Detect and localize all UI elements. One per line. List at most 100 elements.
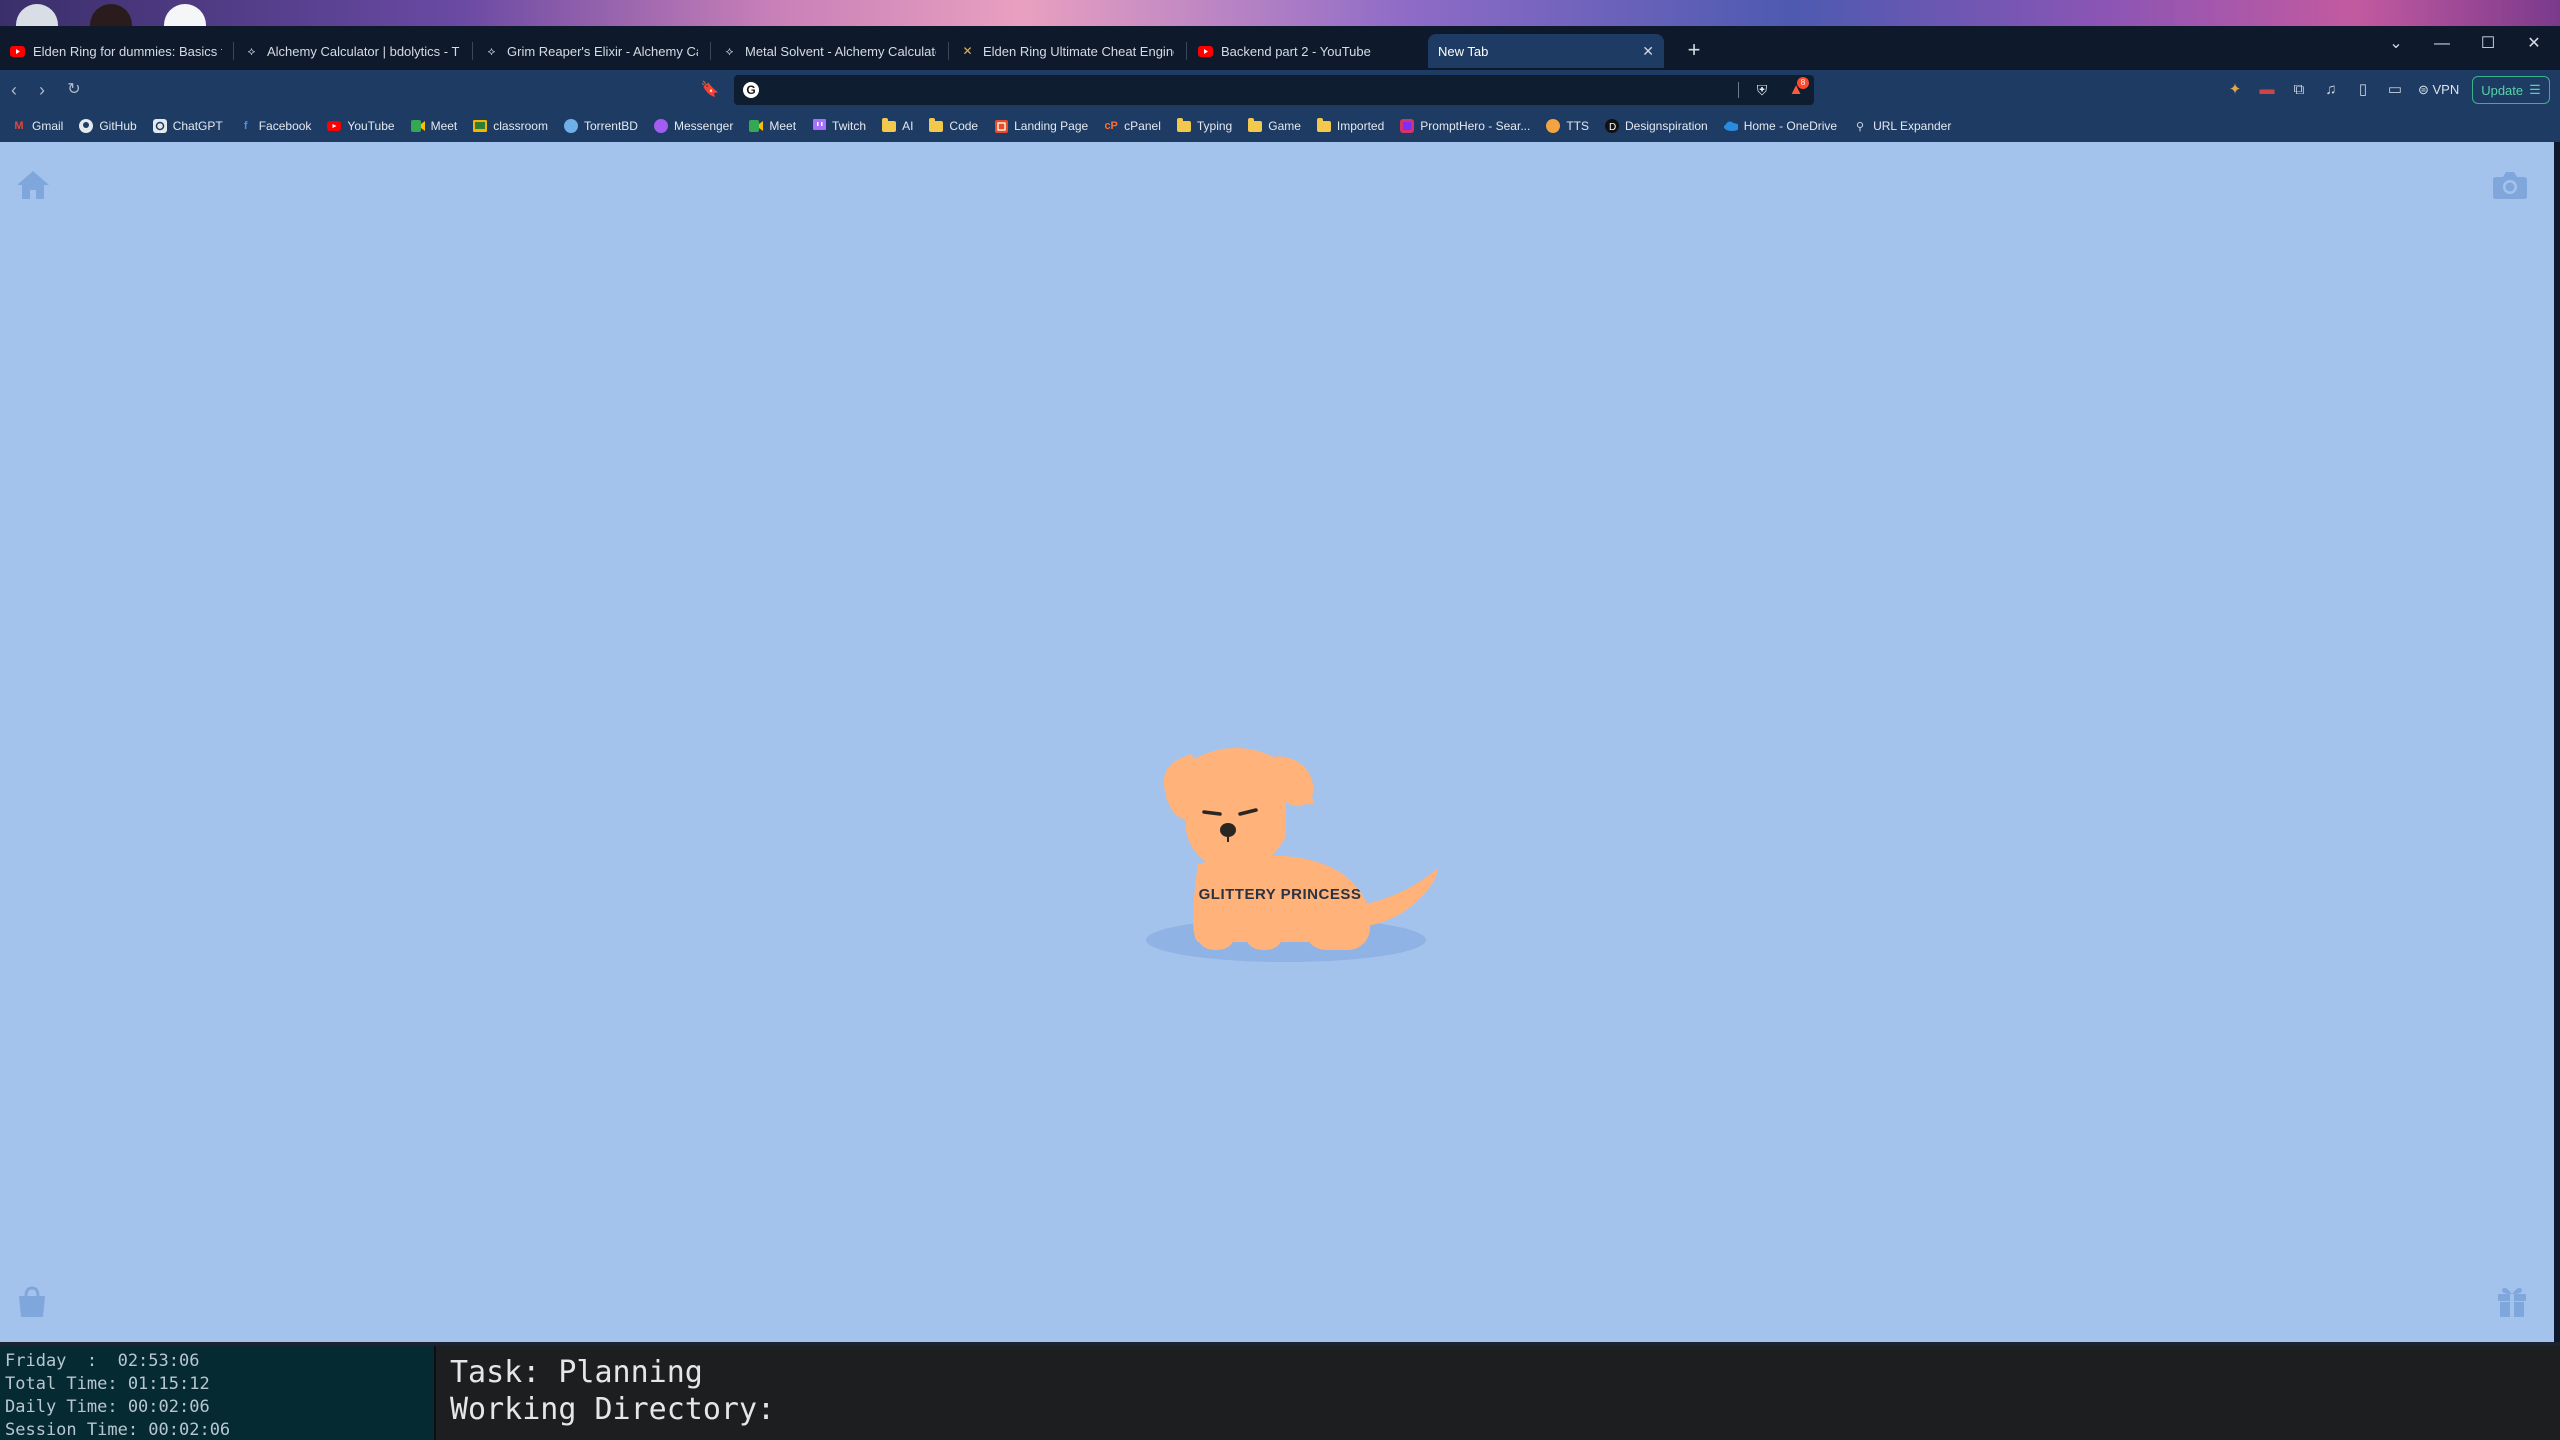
- desktop-app-icon[interactable]: [90, 4, 132, 28]
- bookmark-item[interactable]: YouTube: [319, 114, 402, 138]
- tab-label: Metal Solvent - Alchemy Calculator |: [745, 43, 936, 59]
- bookmark-folder[interactable]: AI: [874, 114, 921, 138]
- gift-icon[interactable]: [2496, 1284, 2528, 1323]
- tab-label: Elden Ring Ultimate Cheat Engine Ta: [983, 43, 1174, 59]
- bookmark-item[interactable]: Landing Page: [986, 114, 1096, 138]
- tab[interactable]: ⟡ Metal Solvent - Alchemy Calculator |: [712, 34, 946, 68]
- bookmark-item[interactable]: TorrentBD: [556, 114, 646, 138]
- tab-label: New Tab: [1438, 43, 1489, 59]
- bookmark-item[interactable]: TTS: [1538, 114, 1597, 138]
- close-icon[interactable]: ✕: [1642, 43, 1654, 60]
- facebook-icon: f: [243, 120, 248, 132]
- bookmark-label: Gmail: [32, 119, 64, 133]
- bookmark-item[interactable]: PromptHero - Sear...: [1392, 114, 1538, 138]
- bookmark-icon[interactable]: 🔖: [696, 76, 724, 104]
- pet-dog-illustration[interactable]: [1136, 744, 1446, 974]
- address-bar[interactable]: G ⛨ ▲ 8: [734, 75, 1814, 105]
- tab[interactable]: Backend part 2 - YouTube: [1188, 34, 1422, 68]
- task-pane: Task: Planning Working Directory:: [436, 1346, 2560, 1440]
- vpn-label: VPN: [2432, 82, 2460, 97]
- tab-label: Alchemy Calculator | bdolytics - The: [267, 43, 460, 59]
- messenger-icon: [653, 119, 668, 133]
- desktop-app-icon[interactable]: [164, 4, 206, 28]
- bookmark-label: AI: [902, 119, 914, 133]
- bookmark-label: Designspiration: [1625, 119, 1708, 133]
- bookmark-label: URL Expander: [1873, 119, 1952, 133]
- bookmark-folder[interactable]: Game: [1240, 114, 1309, 138]
- extension-icon[interactable]: ▬: [2256, 79, 2278, 101]
- tab-separator: [710, 42, 711, 60]
- bookmark-label: YouTube: [347, 119, 395, 133]
- tab-separator: [1186, 42, 1187, 60]
- bookmark-item[interactable]: ChatGPT: [145, 114, 231, 138]
- desktop-app-icon[interactable]: [16, 4, 58, 28]
- tts-icon: [1546, 119, 1561, 133]
- maximize-icon[interactable]: ☐: [2466, 26, 2510, 62]
- bookmark-folder[interactable]: Typing: [1169, 114, 1240, 138]
- forward-icon[interactable]: ›: [28, 76, 56, 104]
- working-directory-line: Working Directory:: [450, 1392, 776, 1427]
- tab[interactable]: Elden Ring for dummies: Basics for E: [0, 34, 232, 68]
- bdolytics-icon: ⟡: [725, 43, 734, 58]
- meet-icon: [749, 119, 764, 133]
- update-button[interactable]: Update ☰: [2472, 76, 2550, 104]
- bookmark-item[interactable]: Meet: [403, 114, 466, 138]
- bookmark-item[interactable]: M Gmail: [4, 114, 71, 138]
- bookmark-item[interactable]: Messenger: [646, 114, 741, 138]
- bookmark-label: Code: [949, 119, 979, 133]
- url-expander-icon: ⚲: [1856, 120, 1865, 133]
- home-icon[interactable]: [16, 170, 50, 205]
- tab[interactable]: ⟡ Alchemy Calculator | bdolytics - The: [234, 34, 470, 68]
- total-time-line: Total Time: 01:15:12: [5, 1374, 210, 1394]
- extensions-puzzle-icon[interactable]: ⧉: [2288, 79, 2310, 101]
- tab[interactable]: ⟡ Grim Reaper's Elixir - Alchemy Calcu: [474, 34, 708, 68]
- bookmark-folder[interactable]: Code: [921, 114, 986, 138]
- pet-name: GLITTERY PRINCESS: [1198, 886, 1362, 903]
- new-tab-button[interactable]: +: [1679, 35, 1709, 65]
- bookmark-folder[interactable]: Imported: [1309, 114, 1392, 138]
- reload-icon[interactable]: ↻: [60, 76, 88, 104]
- meet-icon: [410, 119, 425, 133]
- tab-active[interactable]: New Tab ✕: [1428, 34, 1664, 68]
- rewards-badge: 8: [1797, 77, 1809, 89]
- designspiration-icon: D: [1605, 119, 1619, 133]
- bookmark-item[interactable]: Home - OneDrive: [1716, 114, 1845, 138]
- tab[interactable]: ✕ Elden Ring Ultimate Cheat Engine Ta: [950, 34, 1184, 68]
- menu-icon: ☰: [2529, 82, 2541, 97]
- browser-toolbar: ‹ › ↻ 🔖 G ⛨ ▲ 8 ✦ ▬ ⧉ ♫ ▯ ▭ ⊜ VPN Update…: [0, 70, 2560, 110]
- bookmark-item[interactable]: D Designspiration: [1597, 114, 1716, 138]
- bdolytics-icon: ⟡: [247, 43, 256, 58]
- tab-search-chevron-icon[interactable]: ⌄: [2374, 26, 2418, 62]
- tab-strip: Elden Ring for dummies: Basics for E ⟡ A…: [0, 26, 2560, 70]
- desktop-wallpaper: [0, 0, 2560, 28]
- shopping-bag-icon[interactable]: [16, 1286, 48, 1323]
- minimize-icon[interactable]: —: [2420, 26, 2464, 62]
- bookmark-item[interactable]: cP cPanel: [1096, 114, 1169, 138]
- media-icon[interactable]: ♫: [2320, 79, 2342, 101]
- extension-icon[interactable]: ✦: [2224, 79, 2246, 101]
- brave-shield-icon[interactable]: ⛨: [1752, 80, 1772, 100]
- onedrive-icon: [1723, 119, 1738, 133]
- bookmark-label: PromptHero - Sear...: [1420, 119, 1531, 133]
- bookmark-item[interactable]: Twitch: [804, 114, 874, 138]
- divider: [1738, 82, 1739, 98]
- bookmark-label: Facebook: [258, 119, 312, 133]
- back-icon[interactable]: ‹: [0, 76, 28, 104]
- folder-icon: [1248, 117, 1263, 133]
- bookmark-item[interactable]: classroom: [465, 114, 556, 138]
- vpn-button[interactable]: ⊜ VPN: [2418, 79, 2459, 101]
- time-tracker-pane: Friday : 02:53:06 Total Time: 01:15:12 D…: [0, 1346, 434, 1440]
- prompthero-icon: [1400, 119, 1415, 133]
- bookmark-item[interactable]: ⚲ URL Expander: [1845, 114, 1959, 138]
- bookmark-label: Meet: [769, 119, 797, 133]
- close-window-icon[interactable]: ✕: [2512, 26, 2556, 62]
- wallet-icon[interactable]: ▭: [2384, 79, 2406, 101]
- vpn-icon: ⊜: [2418, 82, 2433, 97]
- sidebar-icon[interactable]: ▯: [2352, 79, 2374, 101]
- bookmark-item[interactable]: GitHub: [71, 114, 144, 138]
- bookmark-item[interactable]: f Facebook: [231, 114, 320, 138]
- camera-icon[interactable]: [2492, 170, 2528, 205]
- tab-label: Backend part 2 - YouTube: [1221, 43, 1371, 59]
- session-time-line: Session Time: 00:02:06: [5, 1420, 231, 1440]
- bookmark-item[interactable]: Meet: [741, 114, 804, 138]
